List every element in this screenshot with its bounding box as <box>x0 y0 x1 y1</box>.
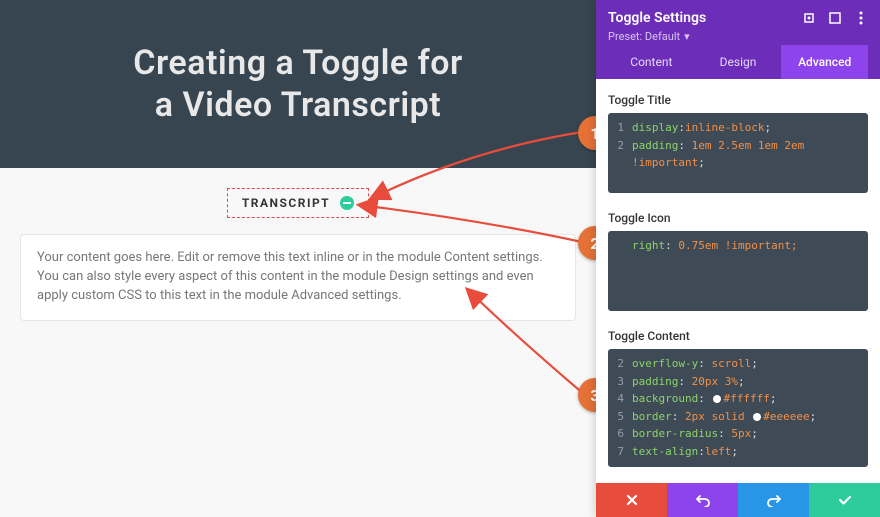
tab-design[interactable]: Design <box>695 45 782 79</box>
css-editor-toggle-content[interactable]: 2overflow-y: scroll; 3padding: 20px 3%; … <box>608 349 868 467</box>
settings-title: Toggle Settings <box>608 10 706 26</box>
transcript-content-box[interactable]: Your content goes here. Edit or remove t… <box>20 234 576 321</box>
transcript-toggle-label: TRANSCRIPT <box>242 196 330 210</box>
page-title: Creating a Toggle for a Video Transcript <box>133 42 463 127</box>
chevron-down-icon: ▾ <box>684 30 690 43</box>
transcript-module: TRANSCRIPT Your content goes here. Edit … <box>0 168 596 331</box>
undo-icon <box>695 493 711 507</box>
hero-line-2: a Video Transcript <box>155 85 441 125</box>
color-swatch-icon <box>713 395 721 403</box>
color-swatch-icon <box>753 413 761 421</box>
settings-tabs: Content Design Advanced <box>608 45 868 79</box>
settings-body[interactable]: Toggle Title 1display:inline-block; 2pad… <box>596 79 880 483</box>
css-editor-toggle-icon[interactable]: right: 0.75em !important; <box>608 231 868 311</box>
focus-icon[interactable] <box>802 11 816 25</box>
close-icon <box>625 493 639 507</box>
tab-advanced[interactable]: Advanced <box>781 45 868 79</box>
css-editor-toggle-title[interactable]: 1display:inline-block; 2padding: 1em 2.5… <box>608 113 868 193</box>
hero-line-1: Creating a Toggle for <box>133 43 463 83</box>
undo-button[interactable] <box>667 483 738 517</box>
section-toggle-title-label: Toggle Title <box>608 93 868 107</box>
tab-content[interactable]: Content <box>608 45 695 79</box>
preset-selector[interactable]: Preset: Default ▾ <box>608 30 868 43</box>
settings-panel: Toggle Settings Preset: Default ▾ Conten… <box>596 0 880 517</box>
transcript-content-text: Your content goes here. Edit or remove t… <box>37 250 543 303</box>
section-toggle-content-label: Toggle Content <box>608 329 868 343</box>
save-button[interactable] <box>809 483 880 517</box>
redo-icon <box>766 493 782 507</box>
expand-icon[interactable] <box>828 11 842 25</box>
more-icon[interactable] <box>854 11 868 25</box>
hero-banner: Creating a Toggle for a Video Transcript <box>0 0 596 168</box>
minus-circle-icon[interactable] <box>340 196 354 210</box>
check-icon <box>837 493 853 507</box>
settings-header: Toggle Settings Preset: Default ▾ Conten… <box>596 0 880 79</box>
preset-label: Preset: Default <box>608 30 680 43</box>
section-toggle-icon-label: Toggle Icon <box>608 211 868 225</box>
settings-action-bar <box>596 483 880 517</box>
cancel-button[interactable] <box>596 483 667 517</box>
page-preview: Creating a Toggle for a Video Transcript… <box>0 0 596 517</box>
redo-button[interactable] <box>738 483 809 517</box>
transcript-toggle[interactable]: TRANSCRIPT <box>227 188 369 218</box>
